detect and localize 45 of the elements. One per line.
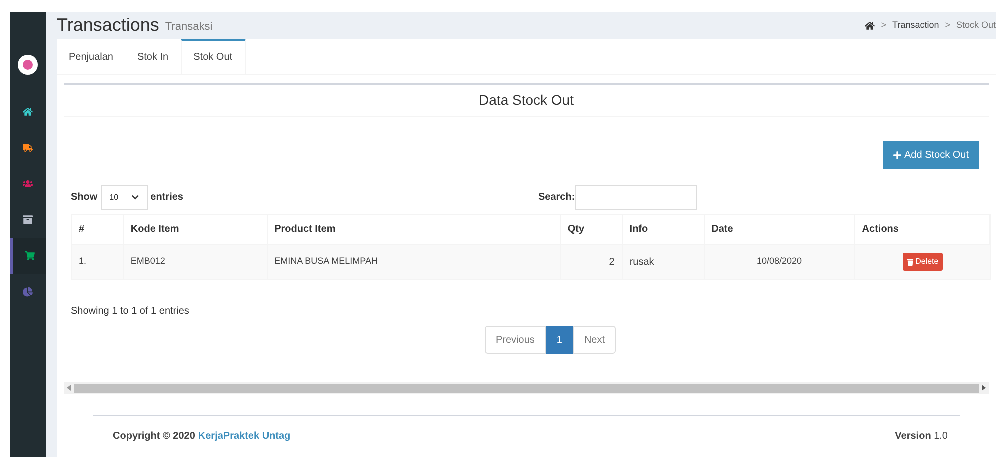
table-cell: rusak [622, 245, 705, 279]
search-label: Search: [538, 191, 576, 205]
show-label: Show [71, 191, 98, 205]
tab[interactable]: Stok In [125, 39, 181, 74]
breadcrumb-item: Stock Out [956, 18, 996, 32]
table-cell: 2 [560, 245, 623, 279]
table-cell: 1. [72, 245, 124, 279]
column-header: Qty [560, 215, 623, 244]
chevron-down-icon [132, 195, 139, 200]
delete-button[interactable]: Delete [902, 253, 943, 271]
table-cell: EMINA BUSA MELIMPAH [268, 245, 561, 279]
plus-icon [892, 150, 902, 160]
entries-select[interactable]: 10 [100, 185, 148, 210]
breadcrumb-separator: > [945, 18, 950, 32]
search-field[interactable] [575, 185, 698, 210]
entries-info: Showing 1 to 1 of 1 entries [71, 306, 190, 317]
table-cell: 10/08/2020 [704, 245, 856, 279]
footer-link[interactable]: KerjaPraktek Untag [198, 429, 291, 444]
column-header: Kode Item [124, 215, 268, 244]
column-header: Date [704, 215, 856, 244]
pagination-button[interactable]: Previous [484, 326, 546, 354]
entries-label: entries [150, 191, 184, 205]
column-header: Actions [855, 215, 990, 244]
tab[interactable]: Penjualan [57, 39, 126, 74]
add-stock-out-button[interactable]: Add Stock Out [882, 141, 979, 169]
panel-title: Data Stock Out [479, 91, 574, 110]
logo-icon[interactable] [18, 55, 38, 75]
tab[interactable]: Stok Out [180, 39, 246, 74]
page-title: Transactions [57, 14, 160, 37]
version-text: Version 1.0 [895, 430, 948, 444]
scroll-right-icon[interactable] [982, 385, 986, 391]
home-icon[interactable] [865, 20, 876, 30]
breadcrumb-separator: > [881, 18, 887, 32]
horizontal-scrollbar[interactable] [64, 382, 989, 394]
pagination-button[interactable]: 1 [546, 326, 574, 354]
breadcrumb-item[interactable]: Transaction [892, 18, 940, 32]
sidebar-item[interactable] [10, 238, 46, 274]
pagination-button[interactable]: Next [573, 326, 616, 354]
trash-icon [906, 258, 914, 266]
page-subtitle: Transaksi [165, 20, 213, 36]
copyright-text: Copyright © 2020 [113, 430, 196, 444]
column-header: Product Item [268, 215, 561, 244]
column-header: Info [622, 215, 705, 244]
table-cell: EMB012 [124, 245, 268, 279]
column-header: # [72, 215, 124, 244]
